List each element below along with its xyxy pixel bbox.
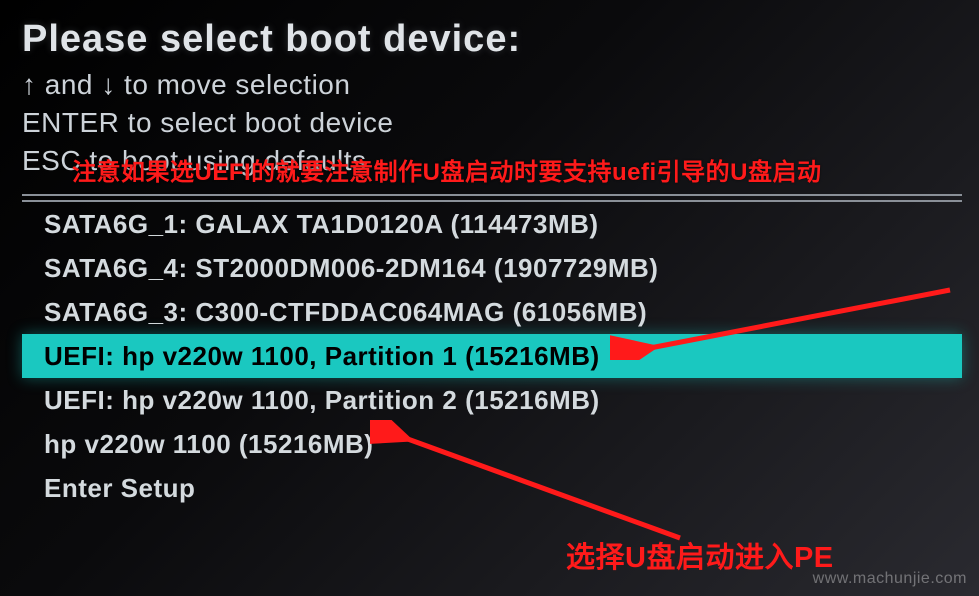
boot-item-uefi-hp-p1[interactable]: UEFI: hp v220w 1100, Partition 1 (15216M… — [22, 334, 962, 378]
boot-item-sata6g-1[interactable]: SATA6G_1: GALAX TA1D0120A (114473MB) — [22, 202, 962, 246]
boot-item-sata6g-4[interactable]: SATA6G_4: ST2000DM006-2DM164 (1907729MB) — [22, 246, 962, 290]
bios-boot-menu: Please select boot device: ↑ and ↓ to mo… — [0, 0, 979, 510]
watermark: www.machunjie.com — [813, 570, 967, 588]
annotation-uefi-note: 注意如果选UEFI的就要注意制作U盘启动时要支持uefi引导的U盘启动 — [72, 152, 822, 187]
boot-item-uefi-hp-p2[interactable]: UEFI: hp v220w 1100, Partition 2 (15216M… — [22, 378, 962, 422]
boot-item-list[interactable]: SATA6G_1: GALAX TA1D0120A (114473MB) SAT… — [22, 200, 962, 510]
boot-item-hp-v220w[interactable]: hp v220w 1100 (15216MB) — [22, 422, 962, 466]
boot-item-enter-setup[interactable]: Enter Setup — [22, 466, 962, 510]
annotation-select-usb: 选择U盘启动进入PE — [566, 534, 834, 576]
instruction-nav: ↑ and ↓ to move selection — [22, 67, 979, 103]
instruction-enter: ENTER to select boot device — [22, 105, 979, 141]
boot-item-sata6g-3[interactable]: SATA6G_3: C300-CTFDDAC064MAG (61056MB) — [22, 290, 962, 334]
menu-separator-outer: SATA6G_1: GALAX TA1D0120A (114473MB) SAT… — [22, 194, 962, 510]
menu-title: Please select boot device: — [22, 18, 979, 61]
